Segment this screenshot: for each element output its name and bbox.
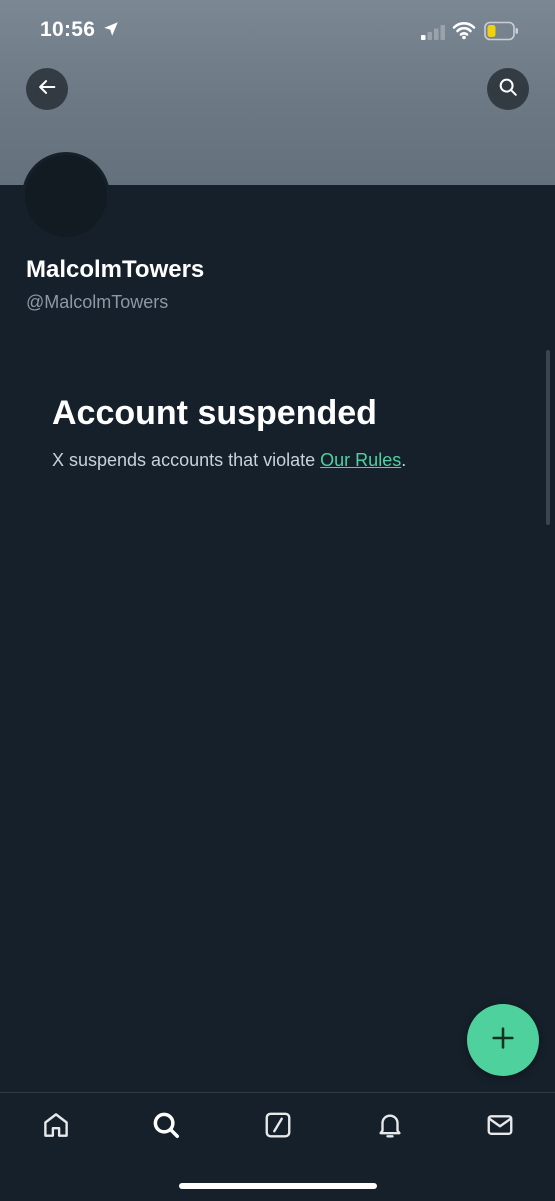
scrollbar[interactable] bbox=[546, 350, 550, 525]
suspended-message-prefix: X suspends accounts that violate bbox=[52, 450, 321, 470]
display-name: MalcolmTowers bbox=[26, 256, 205, 283]
tab-compose[interactable] bbox=[258, 1107, 298, 1147]
tab-search[interactable] bbox=[146, 1107, 186, 1147]
tab-home[interactable] bbox=[36, 1107, 76, 1147]
status-time: 10:56 bbox=[40, 18, 96, 41]
search-icon bbox=[151, 1110, 181, 1145]
search-icon bbox=[497, 76, 519, 103]
tab-messages[interactable] bbox=[480, 1107, 520, 1147]
suspended-message-suffix: . bbox=[401, 450, 407, 470]
mail-icon bbox=[485, 1110, 515, 1145]
compose-icon bbox=[263, 1110, 293, 1145]
status-bar: 10:56 bbox=[0, 0, 555, 62]
bell-icon bbox=[375, 1110, 405, 1145]
back-arrow-icon bbox=[36, 76, 58, 103]
wifi-icon bbox=[452, 20, 476, 45]
home-icon bbox=[41, 1110, 71, 1145]
search-button[interactable] bbox=[487, 68, 529, 110]
suspended-title: Account suspended bbox=[52, 394, 377, 432]
user-handle: @MalcolmTowers bbox=[26, 292, 169, 312]
battery-icon bbox=[484, 21, 520, 46]
plus-icon bbox=[489, 1024, 517, 1057]
home-indicator bbox=[179, 1183, 377, 1189]
avatar bbox=[22, 152, 110, 240]
compose-fab-button[interactable] bbox=[467, 1004, 539, 1076]
back-button[interactable] bbox=[26, 68, 68, 110]
location-arrow-icon bbox=[102, 20, 120, 43]
our-rules-link[interactable]: Our Rules bbox=[320, 450, 401, 470]
tab-notifications[interactable] bbox=[370, 1107, 410, 1147]
signal-icon bbox=[421, 24, 447, 45]
suspended-message: X suspends accounts that violate Our Rul… bbox=[52, 450, 406, 471]
